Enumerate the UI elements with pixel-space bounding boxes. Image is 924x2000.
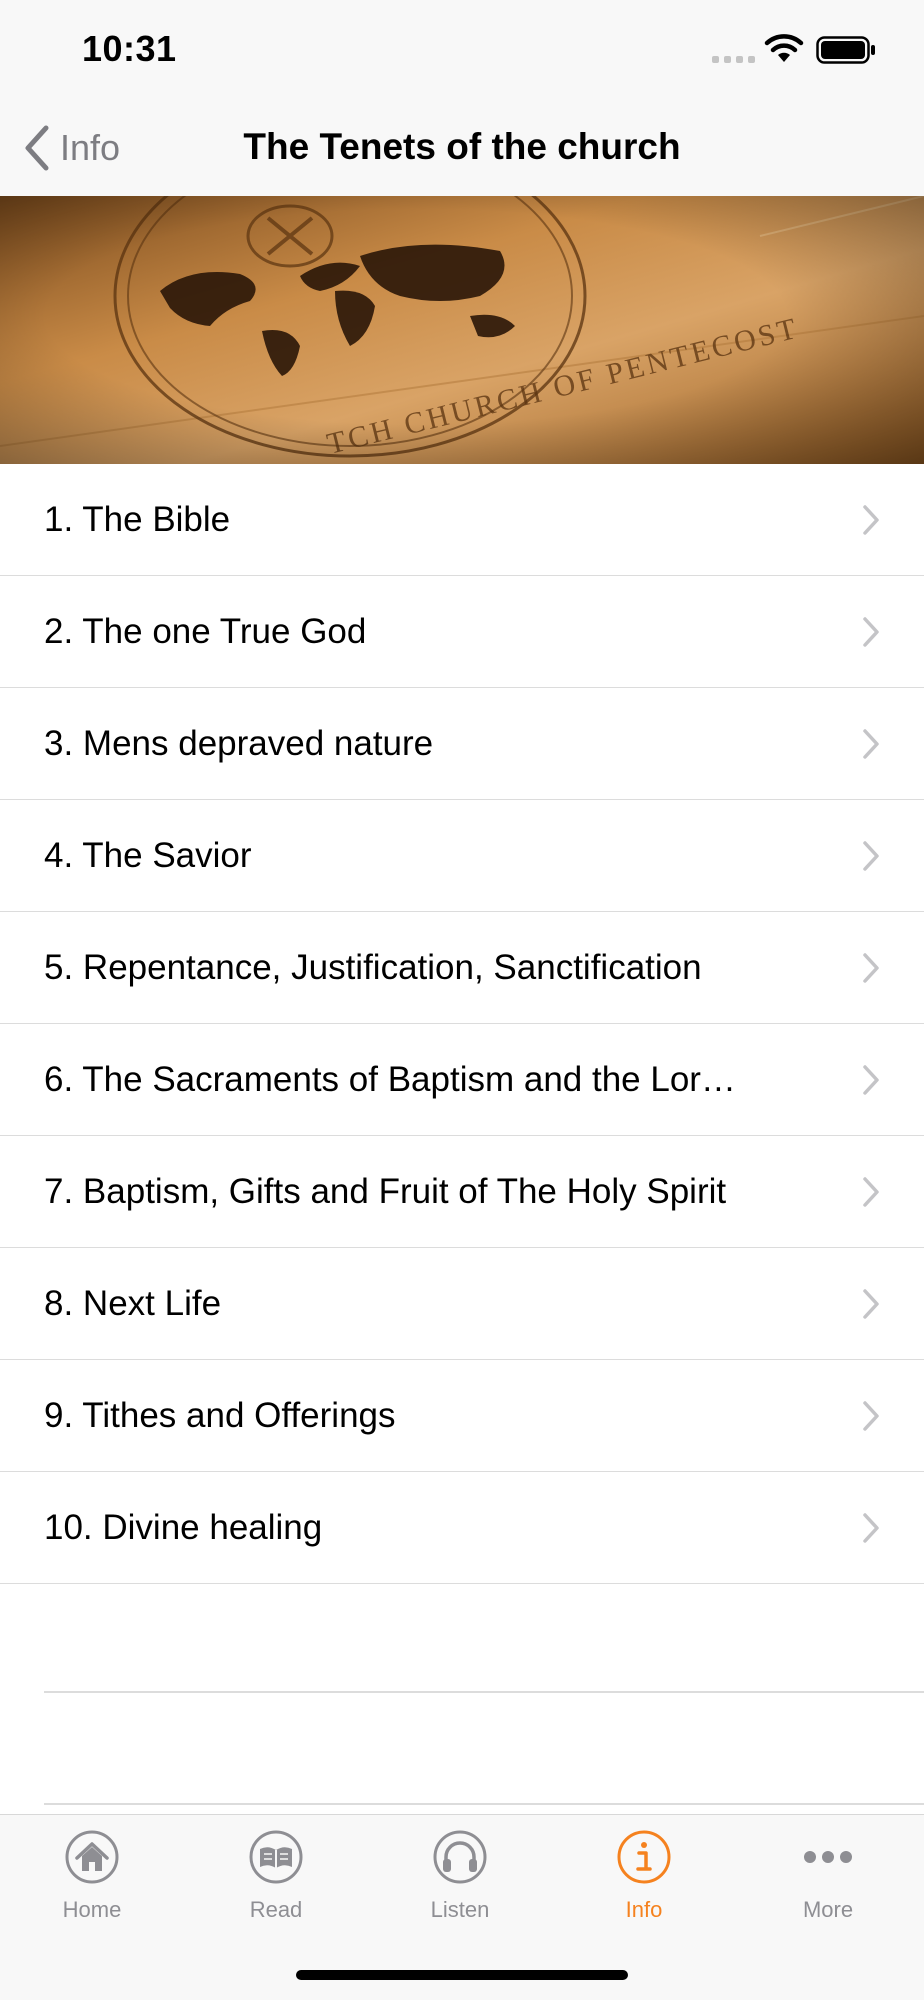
chevron-right-icon [863, 1065, 879, 1095]
list-item-tenet-2[interactable]: 2. The one True God [0, 576, 924, 688]
wifi-icon [764, 34, 804, 62]
tab-listen[interactable]: Listen [368, 1829, 552, 1939]
list-item-tenet-3[interactable]: 3. Mens depraved nature [0, 688, 924, 800]
list-item-label: 10. Divine healing [44, 1508, 323, 1547]
tab-read[interactable]: Read [184, 1829, 368, 1939]
status-time: 10:31 [82, 28, 177, 69]
tab-info[interactable]: Info [552, 1829, 736, 1939]
info-icon [617, 1830, 671, 1884]
headphones-icon [433, 1830, 487, 1884]
chevron-right-icon [863, 1289, 879, 1319]
list-item-tenet-8[interactable]: 8. Next Life [0, 1248, 924, 1360]
list-item-tenet-9[interactable]: 9. Tithes and Offerings [0, 1360, 924, 1472]
list-item-label: 4. The Savior [44, 836, 252, 875]
tab-home[interactable]: Home [0, 1829, 184, 1939]
tab-label: Home [62, 1897, 122, 1922]
header-image: TCH CHURCH OF PENTECOST [0, 196, 924, 464]
list-item-label: 7. Baptism, Gifts and Fruit of The Holy … [44, 1172, 727, 1211]
home-icon [65, 1830, 119, 1884]
chevron-right-icon [863, 1401, 879, 1431]
chevron-right-icon [863, 505, 879, 535]
book-icon [249, 1830, 303, 1884]
tab-label: More [802, 1897, 854, 1922]
more-icon [804, 1851, 852, 1863]
chevron-right-icon [863, 729, 879, 759]
list-item-tenet-6[interactable]: 6. The Sacraments of Baptism and the Lor… [0, 1024, 924, 1136]
home-indicator[interactable] [296, 1970, 628, 1980]
church-logo-photo: TCH CHURCH OF PENTECOST [0, 196, 924, 464]
list-item-tenet-7[interactable]: 7. Baptism, Gifts and Fruit of The Holy … [0, 1136, 924, 1248]
chevron-right-icon [863, 841, 879, 871]
empty-row-separator [44, 1691, 924, 1693]
list-item-label: 5. Repentance, Justification, Sanctifica… [44, 948, 702, 987]
status-bar: 10:31 [0, 0, 924, 100]
tab-label: Listen [430, 1897, 490, 1922]
tab-more[interactable]: More [736, 1829, 920, 1939]
navigation-bar: Info The Tenets of the church [0, 100, 924, 196]
list-item-tenet-1[interactable]: 1. The Bible [0, 464, 924, 576]
chevron-right-icon [863, 1177, 879, 1207]
list-item-label: 9. Tithes and Offerings [44, 1396, 396, 1435]
tab-label: Info [625, 1897, 663, 1922]
tab-label: Read [249, 1897, 303, 1922]
list-item-tenet-10[interactable]: 10. Divine healing [0, 1472, 924, 1584]
empty-row-separator [44, 1803, 924, 1805]
list-item-tenet-4[interactable]: 4. The Savior [0, 800, 924, 912]
list-item-label: 6. The Sacraments of Baptism and the Lor… [44, 1060, 736, 1099]
chevron-right-icon [863, 953, 879, 983]
list-item-label: 3. Mens depraved nature [44, 724, 434, 763]
list-item-label: 1. The Bible [44, 500, 231, 539]
cellular-signal-icon [712, 56, 756, 64]
list-item-label: 8. Next Life [44, 1284, 222, 1323]
battery-icon [816, 36, 875, 64]
list-item-label: 2. The one True God [44, 612, 367, 651]
page-title: The Tenets of the church [243, 126, 681, 167]
chevron-right-icon [863, 1513, 879, 1543]
chevron-right-icon [863, 617, 879, 647]
list-item-tenet-5[interactable]: 5. Repentance, Justification, Sanctifica… [0, 912, 924, 1024]
tenets-list: 1. The Bible 2. The one True God 3. Mens… [0, 464, 924, 1584]
